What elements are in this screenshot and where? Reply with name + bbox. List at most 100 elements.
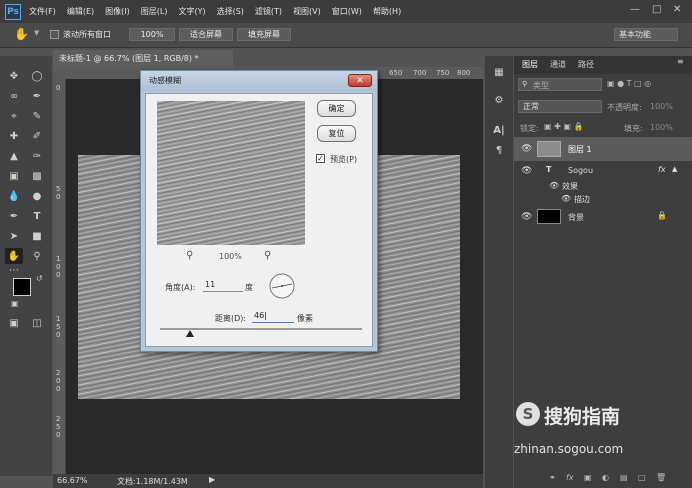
link-layers-icon[interactable]: ⚭ [549,473,556,482]
history-panel-icon[interactable]: ▦ [490,64,508,80]
panel-menu-icon[interactable]: ≡ [677,57,684,66]
rectangle-tool-icon[interactable]: ■ [28,228,46,244]
status-arrow-icon[interactable]: ▶ [209,475,215,484]
blend-mode-select[interactable]: 正常 [518,100,602,113]
zoom-100-button[interactable]: 100% [129,28,175,41]
eyedropper-icon[interactable]: ✎ [28,108,46,124]
angle-input[interactable]: 11 [203,278,243,292]
visibility-eye-icon[interactable]: 👁 [521,144,532,154]
hand-tool-icon[interactable]: ✋ [14,27,29,41]
pen-tool-icon[interactable]: ✒ [5,208,23,224]
distance-slider-thumb[interactable] [186,330,195,337]
menu-view[interactable]: 视图(V) [293,6,321,17]
ruler-mark: 700 [413,69,427,77]
zoom-out-icon[interactable]: ⚲ [186,250,193,261]
layer-effects-row[interactable]: 👁 效果 [514,181,692,194]
workspace-select[interactable]: 基本功能 [614,28,678,41]
zoom-readout[interactable]: 66.67% [57,476,88,485]
close-icon[interactable]: ✕ [348,74,372,87]
maximize-icon[interactable]: □ [652,4,661,15]
fx-icon[interactable]: fx [566,473,574,482]
type-tool-icon[interactable]: T [28,208,46,224]
fill-value[interactable]: 100% [650,123,673,132]
blur-preview[interactable] [157,101,305,245]
ok-button[interactable]: 确定 [317,100,356,117]
crop-tool-icon[interactable]: ⌖ [5,108,23,124]
path-select-icon[interactable]: ➤ [5,228,23,244]
opacity-value[interactable]: 100% [650,102,673,111]
menu-help[interactable]: 帮助(H) [373,6,401,17]
menu-image[interactable]: 图像(I) [105,6,130,17]
brush-tool-icon[interactable]: ✐ [28,128,46,144]
character-panel-icon[interactable]: A| [490,122,508,138]
visibility-eye-icon[interactable]: 👁 [521,166,532,176]
panel-dock-strip: ▦ ⚙ A| ¶ [485,56,513,488]
adjustment-layer-icon[interactable]: ◐ [602,473,609,482]
delete-layer-icon[interactable]: 🗑 [656,473,666,482]
swap-colors-icon[interactable]: ↺ [36,274,43,283]
chevron-down-icon[interactable]: ▲ [672,165,677,173]
menu-edit[interactable]: 编辑(E) [67,6,94,17]
zoom-tool-icon[interactable]: ⚲ [28,248,46,264]
eraser-tool-icon[interactable]: ▣ [5,168,23,184]
document-tab[interactable]: 未标题-1 @ 66.7% (图层 1, RGB/8) * [53,50,233,67]
menu-window[interactable]: 窗口(W) [332,6,362,17]
quick-select-icon[interactable]: ✒ [28,88,46,104]
layer-name[interactable]: 图层 1 [568,144,592,155]
menu-filter[interactable]: 滤镜(T) [255,6,282,17]
filter-icons[interactable]: ▣ ● T □ ◎ [607,79,651,88]
preview-checkbox[interactable]: ✓ [316,154,325,163]
screen-mode-icon[interactable]: ◫ [28,315,46,331]
reset-button[interactable]: 复位 [317,125,356,142]
visibility-eye-icon[interactable]: 👁 [521,212,532,222]
layer-name[interactable]: Sogou [568,166,593,175]
layer-row-background[interactable]: 👁 背景 🔒 [514,207,692,227]
blur-tool-icon[interactable]: 💧 [5,188,23,204]
visibility-eye-icon[interactable]: 👁 [561,194,571,203]
lasso-tool-icon[interactable]: ∞ [5,88,23,104]
menu-layer[interactable]: 图层(L) [141,6,168,17]
minimize-icon[interactable]: — [630,4,640,15]
tab-layers[interactable]: 图层 [522,59,538,70]
adjustments-panel-icon[interactable]: ⚙ [490,92,508,108]
marquee-tool-icon[interactable]: ◯ [28,68,46,84]
tab-channels[interactable]: 通道 [550,59,566,70]
history-brush-icon[interactable]: ✑ [28,148,46,164]
dodge-tool-icon[interactable]: ● [28,188,46,204]
effects-label: 效果 [562,182,578,191]
zoom-in-icon[interactable]: ⚲ [264,250,271,261]
layer-filter-select[interactable]: ⚲ 类型 [518,78,602,91]
menu-file[interactable]: 文件(F) [29,6,56,17]
gradient-tool-icon[interactable]: ▩ [28,168,46,184]
tab-paths[interactable]: 路径 [578,59,594,70]
layer-name[interactable]: 背景 [568,212,584,223]
layer-stroke-row[interactable]: 👁 描边 [514,194,692,207]
quick-mask-icon[interactable]: ▣ [5,315,23,331]
move-tool-icon[interactable]: ✥ [5,68,23,84]
layer-row-sogou[interactable]: 👁 T Sogou fx ▲ [514,161,692,181]
scroll-all-checkbox[interactable] [50,30,59,39]
dialog-title-bar[interactable]: 动感模糊 [141,71,377,91]
default-colors-icon[interactable]: ▣ [11,299,19,308]
visibility-eye-icon[interactable]: 👁 [549,181,559,190]
fill-screen-button[interactable]: 填充屏幕 [237,28,291,41]
menu-type[interactable]: 文字(Y) [178,6,205,17]
fx-badge[interactable]: fx [658,165,666,174]
new-layer-icon[interactable]: □ [638,473,646,482]
more-tools-icon[interactable]: ⋯ [5,262,23,278]
add-mask-icon[interactable]: ▣ [584,473,592,482]
distance-input[interactable]: 46| [252,309,294,323]
angle-dial[interactable] [268,272,296,300]
lock-icons[interactable]: ▣ ✚ ▣ 🔒 [544,122,583,131]
menu-select[interactable]: 选择(S) [217,6,244,17]
paragraph-panel-icon[interactable]: ¶ [490,142,508,158]
fit-screen-button[interactable]: 适合屏幕 [179,28,233,41]
close-icon[interactable]: ✕ [673,4,681,15]
chevron-down-icon[interactable]: ▼ [34,29,39,37]
new-group-icon[interactable]: ▤ [620,473,628,482]
foreground-color-swatch[interactable] [13,278,31,296]
layer-row-layer1[interactable]: 👁 图层 1 [514,137,692,161]
lock-icon: 🔒 [657,211,667,220]
healing-brush-icon[interactable]: ✚ [5,128,23,144]
clone-stamp-icon[interactable]: ▲ [5,148,23,164]
